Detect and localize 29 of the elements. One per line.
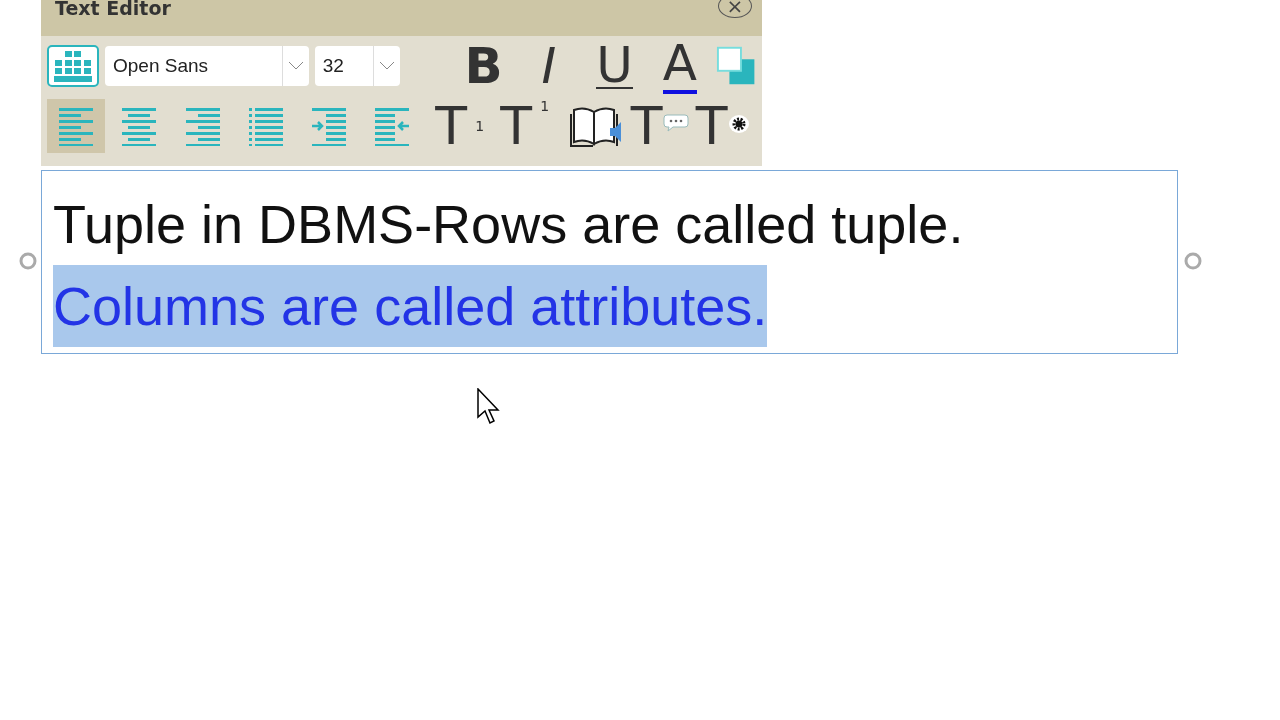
chevron-down-icon [378,61,395,71]
window-title: Text Editor [55,0,171,18]
bold-button[interactable]: B [453,38,514,94]
align-outdent-icon [374,106,411,146]
settings-icon [727,114,750,134]
text-box[interactable]: Tuple in DBMS-Rows are called tuple. Columns are called attributes. [41,170,1178,354]
text-line: Tuple in DBMS-Rows are called tuple. [53,193,964,256]
keyboard-icon [47,45,99,87]
book-speaker-icon [569,104,624,148]
underline-button[interactable]: U [584,38,645,94]
align-right-icon [184,106,221,146]
align-center-icon [121,106,158,146]
comment-text-button[interactable]: T [630,98,691,154]
text-settings-button[interactable]: T [695,98,756,154]
background-color-icon [715,45,756,87]
align-list-icon [247,106,284,146]
font-dropdown[interactable]: Open Sans [105,46,309,86]
chevron-down-icon [287,61,304,71]
mouse-cursor-icon [477,388,501,426]
resize-handle[interactable] [19,252,37,270]
resize-handle[interactable] [1184,252,1202,270]
font-size-dropdown[interactable]: 32 [314,46,400,86]
align-indent-icon [311,106,347,146]
align-left-button[interactable] [47,99,106,153]
italic-button[interactable]: I [519,38,579,94]
align-left-icon [58,106,95,146]
text-color-button[interactable]: A [650,38,710,94]
speech-bubble-icon [662,114,689,132]
keyboard-button[interactable] [47,44,99,88]
